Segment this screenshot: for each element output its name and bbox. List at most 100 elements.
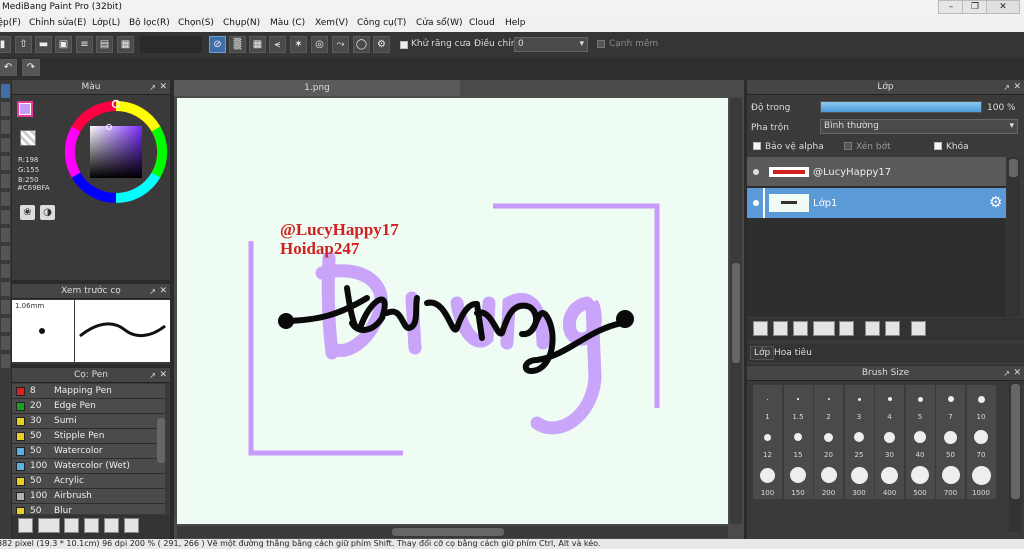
layer-settings-gear-icon[interactable]: ⚙ xyxy=(989,193,1002,211)
brush-list-scrollbar[interactable] xyxy=(157,418,165,463)
comment-icon[interactable]: ▬ xyxy=(35,36,52,53)
frame-tool-icon[interactable] xyxy=(1,354,10,368)
shape-tool-icon[interactable] xyxy=(1,210,10,224)
layer-row-selected[interactable]: Lớp1 ⚙ xyxy=(747,188,1006,218)
menu-window[interactable]: Cửa sổ(W) xyxy=(416,18,462,28)
menu-color[interactable]: Màu (C) xyxy=(270,18,305,28)
redo-icon[interactable]: ↷ xyxy=(22,59,40,76)
brush-size-cell[interactable]: 40 xyxy=(905,423,935,461)
brush-size-cell[interactable]: 100 xyxy=(753,461,782,499)
brush-item[interactable]: 100 Airbrush xyxy=(12,489,165,504)
pin-icon[interactable]: ↗ xyxy=(1003,81,1010,95)
brush-size-cell[interactable]: 500 xyxy=(905,461,935,499)
message-icon[interactable]: ▣ xyxy=(55,36,72,53)
hatch-icon[interactable]: ▒ xyxy=(229,36,246,53)
eraser-tool-icon[interactable] xyxy=(1,102,10,116)
undo-icon[interactable]: ↶ xyxy=(0,59,17,76)
export-icon[interactable]: ▤ xyxy=(96,36,113,53)
menu-filter[interactable]: Bộ lọc(R) xyxy=(129,18,170,28)
brush-menu-icon[interactable] xyxy=(38,518,60,533)
color-settings-icon[interactable]: ◑ xyxy=(40,205,55,220)
brush-item[interactable]: 50 Stipple Pen xyxy=(12,429,165,444)
menu-snap[interactable]: Chụp(N) xyxy=(223,18,260,28)
blend-select[interactable]: Bình thường ▾ xyxy=(820,119,1018,134)
adjust-select[interactable]: 0 ▾ xyxy=(514,37,588,52)
share-icon[interactable]: ⇧ xyxy=(15,36,32,53)
gradient-tool-icon[interactable] xyxy=(1,192,10,206)
panel-tool-icon[interactable] xyxy=(1,336,10,350)
brush-item[interactable]: 50 Watercolor xyxy=(12,444,165,459)
new-8bit-layer-icon[interactable] xyxy=(793,321,808,336)
brush-item[interactable]: 100 Watercolor (Wet) xyxy=(12,459,165,474)
brush-item[interactable]: 50 Blur xyxy=(12,504,165,514)
brush-item[interactable]: 50 Acrylic xyxy=(12,474,165,489)
duplicate-layer-icon[interactable] xyxy=(865,321,880,336)
ellipse-snap-icon[interactable]: ◯ xyxy=(353,36,370,53)
menu-tools[interactable]: Công cụ(T) xyxy=(357,18,406,28)
new-icon[interactable]: ▮ xyxy=(0,36,11,53)
text-tool-icon[interactable] xyxy=(1,282,10,296)
close-icon[interactable]: ✕ xyxy=(159,368,167,382)
merge-layer-icon[interactable] xyxy=(885,321,900,336)
brush-delete-icon[interactable] xyxy=(124,518,139,533)
brush-tool-icon[interactable] xyxy=(1,138,10,152)
close-icon[interactable]: ✕ xyxy=(159,80,167,94)
brush-size-cell[interactable]: 7 xyxy=(936,385,965,423)
eye-icon[interactable] xyxy=(753,169,759,175)
brush-size-cell[interactable]: 1000 xyxy=(966,461,996,499)
pin-icon[interactable]: ↗ xyxy=(1003,367,1010,381)
circle-snap-icon[interactable]: ◎ xyxy=(311,36,328,53)
brush-item[interactable]: 30 Sumi xyxy=(12,414,165,429)
document-tab[interactable]: 1.png xyxy=(174,80,460,96)
palette-icon[interactable]: ❀ xyxy=(20,205,35,220)
alpha-protect-checkbox[interactable] xyxy=(753,142,761,150)
folder-icon[interactable] xyxy=(839,321,854,336)
close-icon[interactable]: ✕ xyxy=(1013,366,1021,380)
canvas-vscroll[interactable] xyxy=(730,98,742,524)
menu-cloud[interactable]: Cloud xyxy=(469,18,495,28)
hand-tool-icon[interactable] xyxy=(1,300,10,314)
close-icon[interactable]: ✕ xyxy=(1013,80,1021,94)
brush-size-scrollbar[interactable] xyxy=(1009,382,1022,532)
fill-tool-icon[interactable] xyxy=(1,174,10,188)
drawing-canvas[interactable]: @LucyHappy17 Hoidap247 xyxy=(177,98,728,524)
menu-select[interactable]: Chọn(S) xyxy=(178,18,214,28)
layer-list-scrollbar[interactable] xyxy=(1007,157,1020,317)
brush-settings-icon[interactable] xyxy=(64,518,79,533)
lock-checkbox[interactable] xyxy=(934,142,942,150)
maximize-button[interactable]: ❐ xyxy=(962,0,988,14)
brush-size-cell[interactable]: 5 xyxy=(905,385,935,423)
color-wheel[interactable] xyxy=(62,98,170,206)
selection-off-icon[interactable]: ⊘ xyxy=(209,36,226,53)
new-halftone-layer-icon[interactable] xyxy=(773,321,788,336)
brush-size-cell[interactable]: 1.5 xyxy=(783,385,813,423)
menu-file[interactable]: Tệp(F) xyxy=(0,18,21,28)
crop-tool-icon[interactable] xyxy=(1,264,10,278)
menu-help[interactable]: Help xyxy=(505,18,526,28)
layer-row[interactable]: @LucyHappy17 xyxy=(747,157,1006,187)
pen-tool-icon[interactable] xyxy=(1,84,10,98)
opacity-slider[interactable] xyxy=(820,101,982,113)
move-tool-icon[interactable] xyxy=(1,156,10,170)
eyedropper-tool-icon[interactable] xyxy=(1,318,10,332)
add-layer-menu-icon[interactable] xyxy=(813,321,835,336)
brush-size-cell[interactable]: 150 xyxy=(783,461,813,499)
canvas-hscroll[interactable] xyxy=(177,526,728,538)
background-color-swatch[interactable] xyxy=(20,130,36,146)
add-brush-icon[interactable] xyxy=(18,518,33,533)
wand-tool-icon[interactable] xyxy=(1,246,10,260)
dot-tool-icon[interactable] xyxy=(1,120,10,134)
page-icon[interactable]: ≡ xyxy=(76,36,93,53)
brush-size-cell[interactable]: 20 xyxy=(814,423,843,461)
brush-size-cell[interactable]: 4 xyxy=(875,385,904,423)
brush-size-cell[interactable]: 50 xyxy=(936,423,965,461)
brush-item[interactable]: 20 Edge Pen xyxy=(12,399,165,414)
brush-size-cell[interactable]: 10 xyxy=(966,385,996,423)
brush-size-cell[interactable]: 15 xyxy=(783,423,813,461)
close-icon[interactable]: ✕ xyxy=(159,284,167,298)
eye-icon[interactable] xyxy=(753,200,759,206)
settings-gear-icon[interactable]: ⚙ xyxy=(373,36,390,53)
brush-folder-icon[interactable] xyxy=(84,518,99,533)
brush-size-cell[interactable]: 3 xyxy=(844,385,874,423)
menu-edit[interactable]: Chỉnh sửa(E) xyxy=(29,18,86,28)
